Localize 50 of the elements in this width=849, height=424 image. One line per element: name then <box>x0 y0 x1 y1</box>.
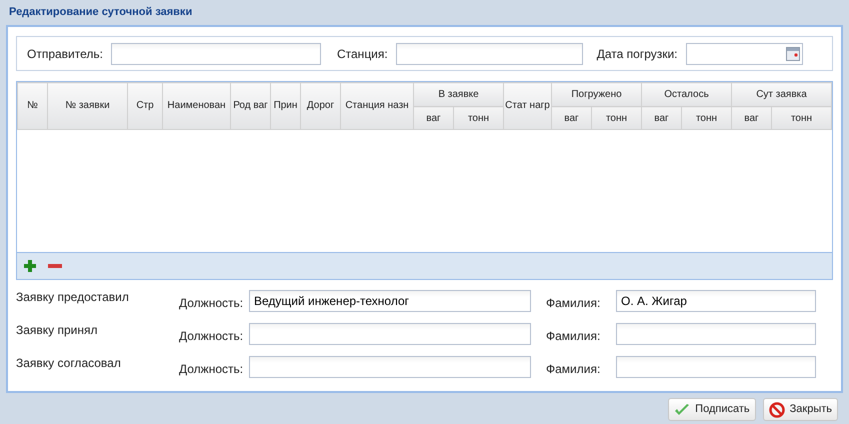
position-field[interactable]: Ведущий инженер-технолог <box>249 290 531 312</box>
column-header[interactable]: Стат нагр <box>504 82 552 130</box>
signature-role: Заявку согласовал <box>16 355 122 372</box>
surname-label: Фамилия: <box>546 361 602 378</box>
checkmark-icon <box>674 402 690 416</box>
surname-field[interactable]: О. А. Жигар <box>616 290 816 312</box>
calendar-icon[interactable] <box>786 46 800 60</box>
column-header[interactable]: тонн <box>454 106 504 130</box>
add-icon[interactable] <box>24 260 36 272</box>
column-header[interactable]: В заявке <box>414 82 504 106</box>
surname-label: Фамилия: <box>546 295 602 312</box>
surname-field[interactable] <box>616 323 816 345</box>
text-field[interactable] <box>110 42 321 64</box>
signature-role: Заявку принял <box>16 322 99 339</box>
column-header[interactable]: ваг <box>414 106 454 130</box>
date-field[interactable] <box>686 42 803 64</box>
position-field[interactable] <box>249 356 531 378</box>
column-header[interactable]: тонн <box>682 106 732 130</box>
remove-icon[interactable] <box>48 264 62 268</box>
column-header[interactable]: тонн <box>592 106 642 130</box>
column-header[interactable]: ваг <box>552 106 592 130</box>
signature-role: Заявку предоставил <box>16 289 130 306</box>
column-header[interactable]: Прин <box>270 82 300 130</box>
sign-button[interactable]: Подписать <box>668 398 756 421</box>
filter-label: Отправитель: <box>27 46 103 62</box>
close-button[interactable]: Закрыть <box>762 398 838 421</box>
column-header[interactable]: ваг <box>642 106 682 130</box>
position-field[interactable] <box>249 323 531 345</box>
column-header[interactable]: Стр <box>128 82 162 130</box>
column-header[interactable]: ваг <box>732 106 772 130</box>
filter-label: Станция: <box>336 46 388 62</box>
column-header[interactable]: Сут заявка <box>732 82 832 106</box>
position-label: Должность: <box>179 295 244 312</box>
column-header[interactable]: № <box>18 82 48 130</box>
column-header[interactable]: Осталось <box>642 82 732 106</box>
column-header[interactable]: № заявки <box>48 82 128 130</box>
column-header[interactable]: Погружено <box>552 82 642 106</box>
column-header[interactable]: тонн <box>772 106 832 130</box>
column-header[interactable]: Наименован <box>162 82 230 130</box>
column-header[interactable]: Дорог <box>300 82 340 130</box>
surname-label: Фамилия: <box>546 328 602 345</box>
window-title: Редактирование суточной заявки <box>8 5 194 20</box>
prohibited-icon <box>768 402 785 418</box>
position-label: Должность: <box>179 328 244 345</box>
column-header[interactable]: Род ваг <box>230 82 270 130</box>
surname-field[interactable] <box>616 356 816 378</box>
position-label: Должность: <box>179 361 244 378</box>
filter-label: Дата погрузки: <box>596 46 678 62</box>
column-header[interactable]: Станция назн <box>340 82 414 130</box>
text-field[interactable] <box>396 42 583 64</box>
